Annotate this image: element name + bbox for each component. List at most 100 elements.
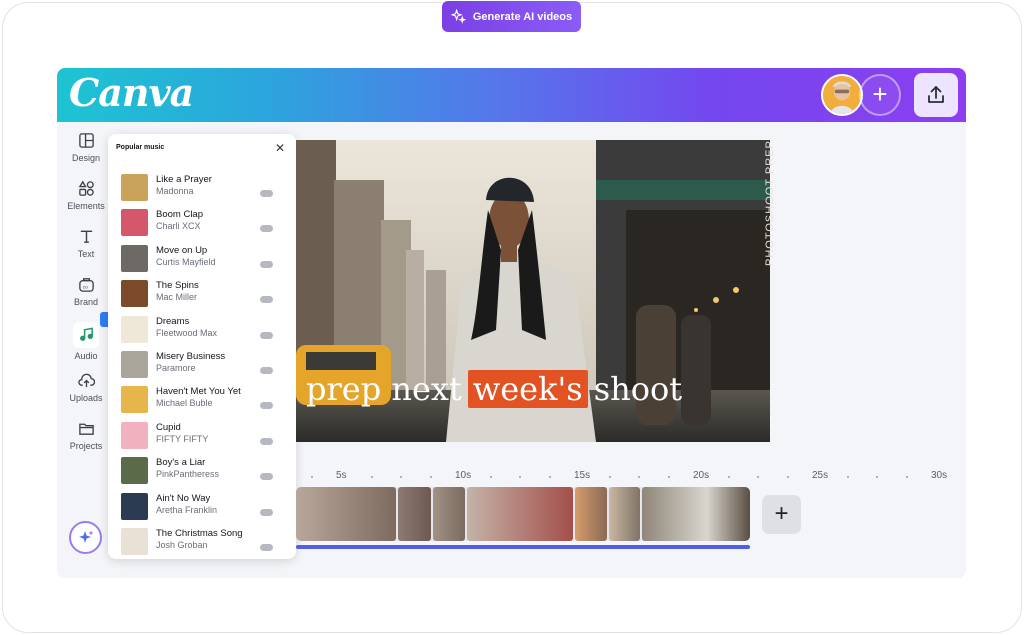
track-title: The Spins [156, 280, 199, 292]
album-cover [121, 492, 148, 520]
timeline-clip[interactable] [642, 487, 750, 541]
ruler-dot [668, 476, 670, 478]
music-track-item[interactable]: Like a Prayer Madonna [121, 172, 291, 204]
duration-badge [260, 190, 273, 197]
track-artist: Josh Groban [156, 540, 208, 550]
sparkle-icon [450, 9, 466, 24]
track-title: Misery Business [156, 351, 226, 362]
sidebar-item-design[interactable]: Design [57, 132, 115, 176]
track-title: Like a Prayer [156, 174, 212, 185]
track-title: Boom Clap [156, 209, 203, 221]
caption-text-after: shoot [593, 370, 683, 408]
sidebar-item-label: Elements [67, 201, 105, 211]
music-track-item[interactable]: The Spins Mac Miller [121, 278, 291, 310]
timeline-clip[interactable] [608, 487, 641, 541]
track-artist: Fleetwood Max [156, 327, 218, 338]
timeline-clip[interactable] [467, 487, 573, 541]
vertical-caption: PHOTOSHOOT PREP [764, 140, 776, 266]
sidebar-item-elements[interactable]: Elements [57, 180, 115, 224]
music-track-item[interactable]: Ain't No Way Aretha Franklin [121, 491, 291, 523]
track-artist: Paramore [156, 363, 196, 373]
timeline-clips[interactable] [296, 487, 750, 541]
track-artist: Michael Buble [156, 398, 213, 409]
ruler-dot [787, 476, 789, 478]
duration-badge [260, 473, 273, 481]
ruler-dot [370, 476, 373, 478]
caption-text-before: prep next [306, 370, 462, 408]
album-cover [121, 351, 148, 378]
album-cover [121, 174, 148, 201]
sidebar-item-audio[interactable]: Audio [57, 322, 115, 366]
track-artist: Charli XCX [156, 221, 201, 232]
canva-logo[interactable]: Canva [69, 70, 194, 115]
add-collaborator-button[interactable]: + [859, 74, 901, 116]
track-artist: Aretha Franklin [156, 504, 218, 515]
duration-badge [260, 544, 273, 551]
panel-title: Popular music [116, 144, 165, 151]
folder-icon [78, 423, 94, 435]
share-button[interactable] [914, 73, 958, 117]
sidebar-item-projects[interactable]: Projects [57, 420, 115, 464]
track-title: Dreams [156, 315, 190, 327]
generate-ai-videos-button[interactable]: Generate AI videos [442, 1, 581, 32]
duration-badge [260, 402, 273, 410]
ruler-tick-label: 20s [693, 470, 710, 481]
video-caption[interactable]: prep next week's shoot [306, 367, 682, 411]
music-track-item[interactable]: Move on Up Curtis Mayfield [121, 243, 291, 275]
sidebar-item-label: Audio [74, 351, 98, 361]
album-cover [121, 528, 148, 555]
ruler-dot [489, 476, 492, 478]
text-icon [80, 230, 92, 243]
ruler-dot [311, 476, 313, 478]
album-cover [121, 315, 148, 343]
track-title: Haven't Met You Yet [156, 386, 241, 398]
duration-badge [260, 225, 273, 233]
music-track-item[interactable]: Cupid FIFTY FIFTY [121, 420, 291, 452]
ruler-tick-label: 15s [574, 470, 591, 481]
close-icon[interactable]: ✕ [275, 141, 285, 155]
track-artist: Madonna [156, 186, 194, 196]
music-track-item[interactable]: The Christmas Song Josh Groban [121, 526, 291, 558]
ruler-dot [846, 476, 849, 478]
music-track-item[interactable]: Dreams Fleetwood Max [121, 314, 291, 346]
music-track-item[interactable]: Misery Business Paramore [121, 349, 291, 381]
shapes-icon [78, 180, 94, 196]
playback-progress[interactable] [296, 545, 750, 549]
timeline-clip[interactable] [574, 487, 607, 541]
duration-badge [260, 437, 273, 445]
music-track-item[interactable]: Boom Clap Charli XCX [121, 207, 291, 239]
sidebar-item-uploads[interactable]: Uploads [57, 372, 115, 416]
brand-icon: co [78, 278, 94, 292]
music-track-item[interactable]: Haven't Met You Yet Michael Buble [121, 384, 291, 416]
sidebar-item-label: Design [71, 153, 100, 163]
avatar[interactable] [821, 74, 863, 116]
album-cover [121, 457, 148, 485]
duration-badge [260, 508, 273, 516]
timeline-clip[interactable] [296, 487, 396, 541]
album-cover [121, 244, 148, 272]
album-cover [121, 280, 148, 308]
timeline-clip[interactable] [433, 487, 466, 541]
layout-icon [78, 133, 94, 148]
svg-text:co: co [82, 285, 87, 290]
sidebar-item-label: Brand [73, 297, 99, 307]
magic-assistant-button[interactable] [69, 521, 102, 554]
duration-badge [260, 367, 273, 374]
music-track-item[interactable]: Boy's a Liar PinkPantheress [121, 455, 291, 487]
track-artist: PinkPantheress [156, 469, 220, 480]
album-cover [121, 386, 148, 414]
music-icon [79, 327, 93, 341]
timeline-clip[interactable] [397, 487, 432, 541]
sidebar-item-text[interactable]: Text [57, 228, 115, 272]
generate-ai-videos-label: Generate AI videos [472, 10, 573, 23]
ruler-dot [608, 476, 611, 478]
ruler-dot [549, 476, 551, 478]
track-title: Boy's a Liar [156, 457, 206, 469]
add-clip-button[interactable]: + [762, 495, 801, 534]
sidebar-item-label: Uploads [69, 393, 103, 403]
upload-cloud-icon [77, 373, 95, 388]
track-artist: Mac Miller [156, 292, 198, 303]
ruler-tick-label: 25s [812, 470, 829, 481]
top-bar: Canva + [57, 68, 966, 122]
duration-badge [260, 331, 273, 339]
